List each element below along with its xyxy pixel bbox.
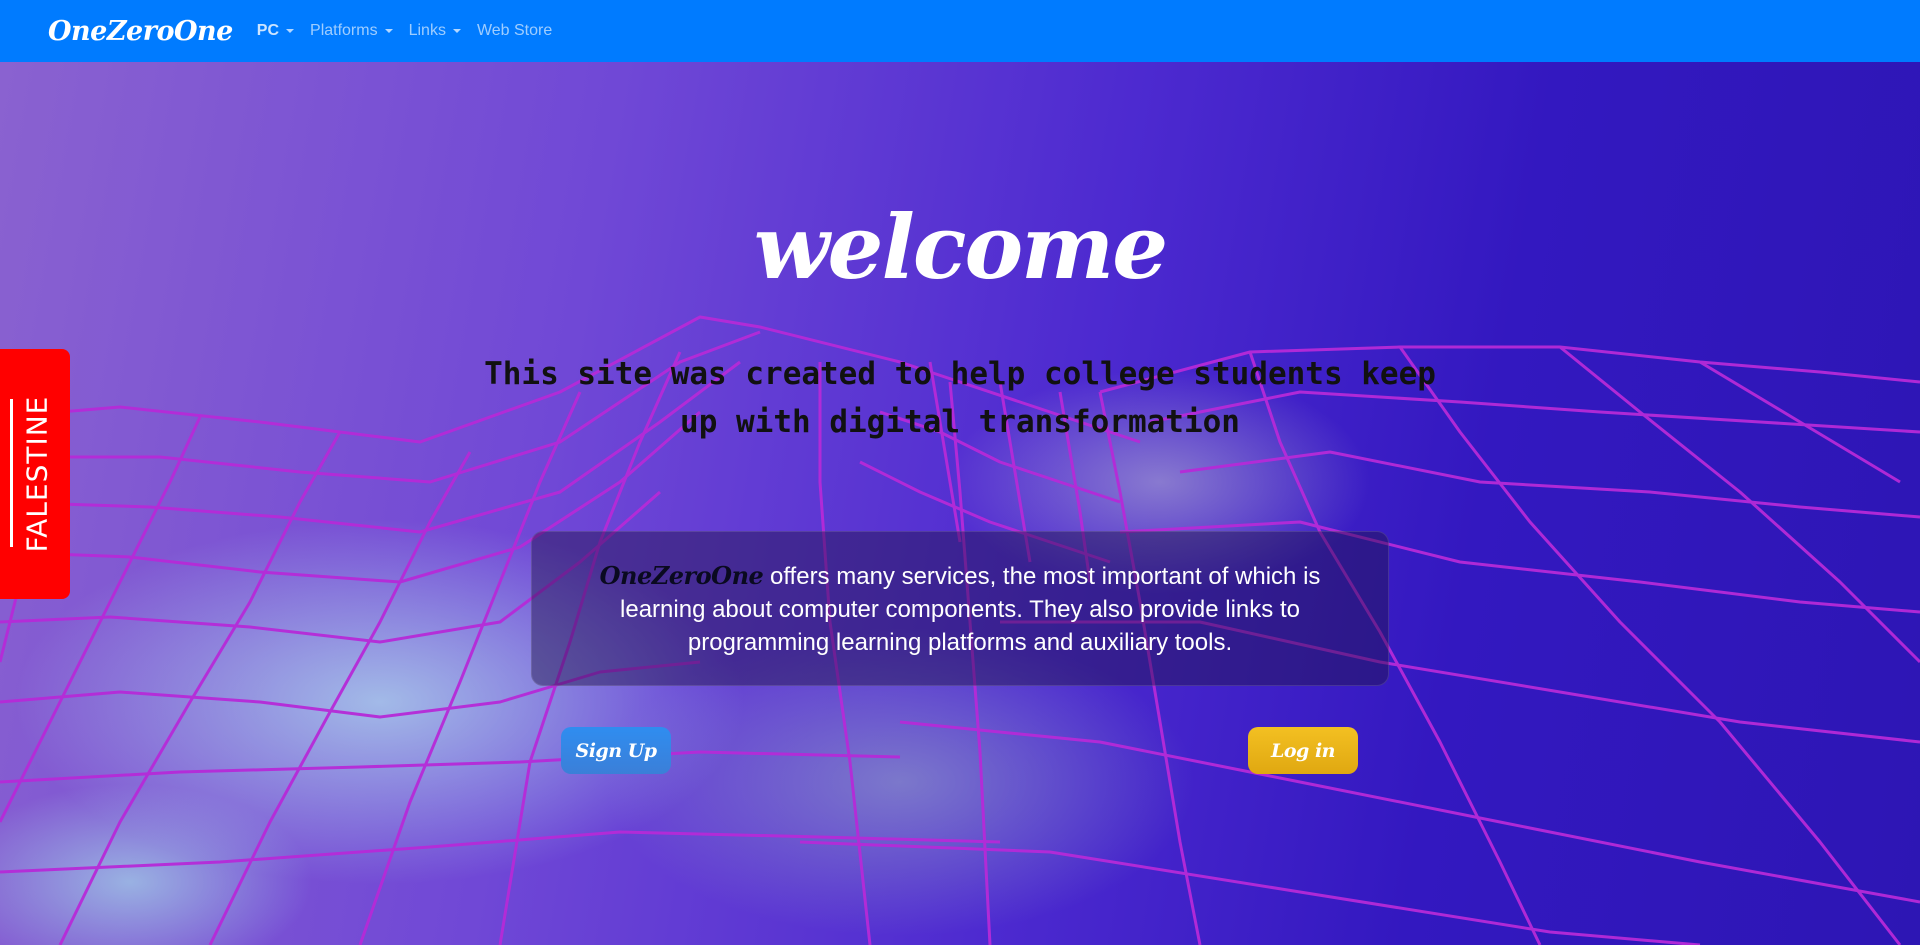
falestine-label: FALESTINE — [20, 395, 54, 553]
log-in-button[interactable]: Log in — [1248, 727, 1358, 774]
nav-dropdown-links[interactable]: Links — [409, 0, 461, 62]
info-brand-name: OneZeroOne — [599, 560, 764, 590]
caret-down-icon — [384, 29, 393, 33]
nav-label-web-store: Web Store — [476, 22, 553, 39]
brand-logo[interactable]: OneZeroOne — [48, 16, 233, 47]
falestine-side-tab[interactable]: FALESTINE — [0, 349, 70, 599]
nav-label-links: Links — [408, 22, 446, 39]
nav-label-pc: PC — [256, 22, 280, 39]
welcome-heading: welcome — [753, 195, 1169, 299]
services-info-box: OneZeroOne offers many services, the mos… — [531, 531, 1389, 686]
services-description: OneZeroOne offers many services, the mos… — [580, 559, 1340, 659]
nav-label-platforms: Platforms — [310, 22, 378, 39]
nav-dropdown-pc[interactable]: PC — [256, 0, 295, 62]
caret-down-icon — [286, 29, 295, 33]
caret-down-icon — [452, 29, 461, 33]
nav-link-web-store[interactable]: Web Store — [477, 0, 552, 62]
sign-up-button[interactable]: Sign Up — [561, 727, 671, 774]
nav-dropdown-platforms[interactable]: Platforms — [310, 0, 393, 62]
tab-divider — [10, 399, 13, 547]
hero-subtitle: This site was created to help college st… — [484, 356, 1436, 440]
top-navbar: OneZeroOne PC Platforms Links Web Store — [0, 0, 1920, 62]
